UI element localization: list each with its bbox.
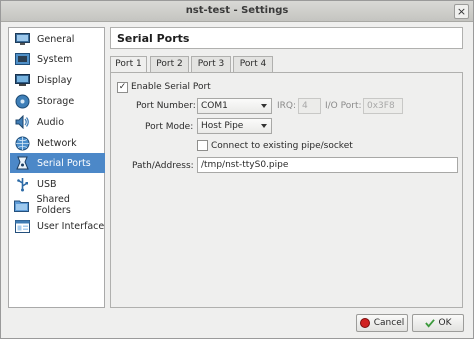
tab-port-4[interactable]: Port 4: [233, 56, 273, 72]
port-number-label: Port Number:: [136, 101, 196, 111]
window-icon: [14, 218, 30, 234]
ok-button[interactable]: OK: [412, 314, 464, 332]
settings-sidebar: General System Display Storage Audio Net…: [8, 27, 105, 308]
disk-icon: [14, 93, 30, 109]
port-mode-value: Host Pipe: [201, 121, 244, 131]
ok-label: OK: [438, 318, 452, 328]
network-icon: [14, 135, 30, 151]
cancel-label: Cancel: [373, 318, 405, 328]
sidebar-item-label: User Interface: [37, 220, 105, 232]
title-bar[interactable]: nst-test - Settings ×: [1, 1, 473, 22]
sidebar-item-audio[interactable]: Audio: [10, 112, 105, 132]
path-address-field[interactable]: /tmp/nst-ttyS0.pipe: [197, 157, 458, 173]
port-mode-select[interactable]: Host Pipe: [197, 118, 272, 134]
connect-existing-checkbox[interactable]: [197, 140, 208, 151]
window-title: nst-test - Settings: [185, 5, 289, 16]
sidebar-item-display[interactable]: Display: [10, 70, 105, 90]
sidebar-item-label: System: [37, 53, 73, 65]
sidebar-item-label: Audio: [37, 116, 65, 128]
usb-icon: [14, 176, 30, 192]
sidebar-item-label: Shared Folders: [36, 194, 71, 216]
close-button[interactable]: ×: [454, 4, 469, 19]
settings-window: nst-test - Settings × General System Dis…: [0, 0, 474, 339]
sidebar-item-label: Storage: [37, 95, 75, 107]
port-number-select[interactable]: COM1: [197, 98, 272, 114]
sidebar-item-usb[interactable]: USB: [10, 174, 105, 194]
display-icon: [14, 72, 30, 88]
enable-serial-port-label: Enable Serial Port: [131, 82, 211, 92]
io-port-label: I/O Port:: [325, 101, 362, 111]
tab-port-2[interactable]: Port 2: [150, 56, 189, 72]
irq-field[interactable]: 4: [298, 98, 321, 114]
sidebar-item-label: Display: [37, 74, 73, 86]
folder-icon: [14, 197, 30, 213]
sidebar-item-user-interface[interactable]: User Interface: [10, 216, 105, 236]
connect-existing-label: Connect to existing pipe/socket: [211, 141, 353, 151]
sidebar-item-system[interactable]: System: [10, 49, 105, 69]
page-heading-box: Serial Ports: [110, 27, 463, 49]
speaker-icon: [14, 114, 30, 130]
sidebar-item-general[interactable]: General: [10, 29, 105, 49]
port-settings-panel: ✓ Enable Serial Port Port Number: COM1 I…: [110, 72, 463, 308]
cancel-icon: [359, 318, 370, 328]
sidebar-item-label: General: [37, 33, 75, 45]
sidebar-item-label: Network: [37, 137, 77, 149]
sidebar-item-label: USB: [37, 178, 57, 190]
path-address-label: Path/Address:: [132, 161, 194, 171]
cancel-button[interactable]: Cancel: [356, 314, 408, 332]
port-number-value: COM1: [201, 101, 228, 111]
chevron-down-icon: [261, 104, 267, 108]
chip-icon: [14, 51, 30, 67]
enable-serial-port-checkbox[interactable]: ✓: [117, 82, 128, 93]
sidebar-item-label: Serial Ports: [37, 157, 91, 169]
serial-port-icon: [14, 155, 30, 171]
checkmark-icon: [424, 318, 435, 328]
tab-port-3[interactable]: Port 3: [191, 56, 231, 72]
sidebar-item-serial-ports[interactable]: Serial Ports: [10, 153, 105, 173]
sidebar-item-shared-folders[interactable]: Shared Folders: [10, 194, 105, 216]
sidebar-item-network[interactable]: Network: [10, 133, 105, 153]
chevron-down-icon: [261, 124, 267, 128]
sidebar-item-storage[interactable]: Storage: [10, 91, 105, 111]
monitor-icon: [14, 31, 30, 47]
page-title: Serial Ports: [117, 32, 190, 45]
irq-label: IRQ:: [277, 101, 297, 111]
port-mode-label: Port Mode:: [145, 122, 194, 132]
tab-port-1[interactable]: Port 1: [110, 56, 147, 73]
io-port-field[interactable]: 0x3F8: [363, 98, 403, 114]
